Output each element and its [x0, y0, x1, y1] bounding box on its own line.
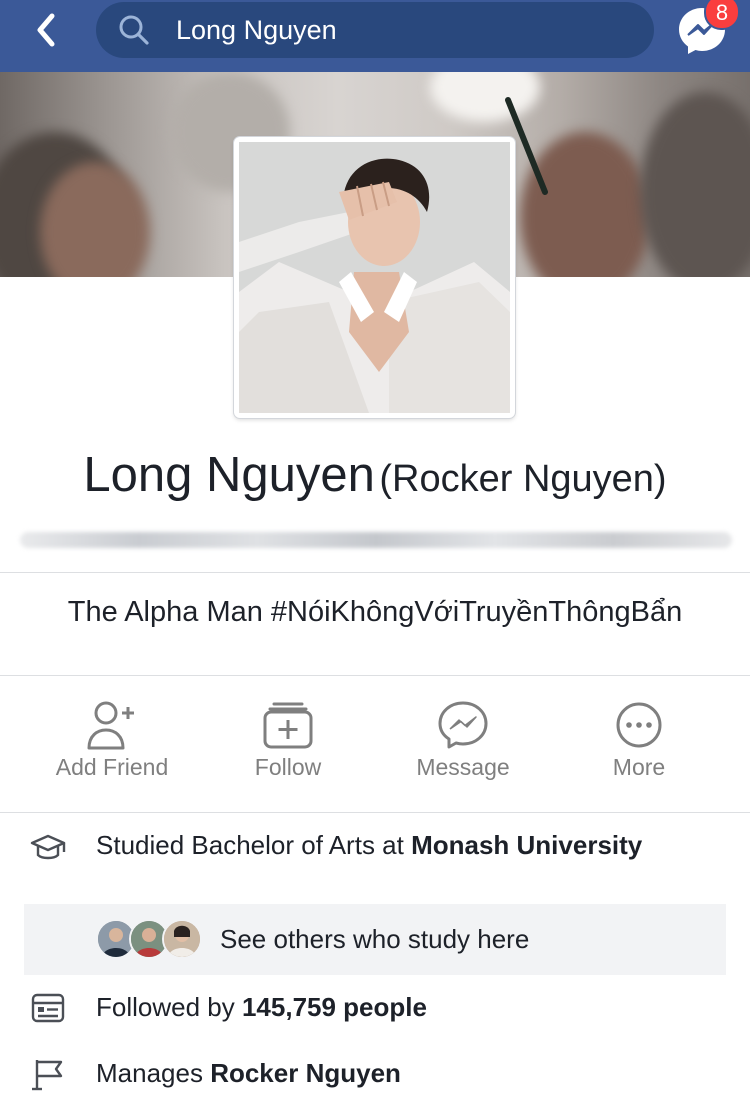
add-friend-icon	[87, 701, 134, 750]
person-portrait-graphic	[239, 142, 510, 413]
divider	[0, 572, 750, 573]
profile-alternate-name: (Rocker Nguyen)	[379, 458, 667, 500]
see-others-link: See others who study here	[220, 924, 530, 954]
divider	[0, 675, 750, 676]
followers-prefix: Followed by	[96, 992, 242, 1022]
divider	[0, 812, 750, 813]
profile-picture[interactable]	[234, 137, 515, 418]
search-icon	[119, 15, 149, 45]
messenger-icon	[438, 701, 488, 749]
follow-button[interactable]: Follow	[203, 700, 373, 796]
managed-page-link[interactable]: Rocker Nguyen	[210, 1058, 401, 1088]
manages-text: Manages Rocker Nguyen	[96, 1057, 401, 1089]
profile-name: Long Nguyen	[83, 448, 375, 502]
search-query-text: Long Nguyen	[176, 15, 337, 45]
followers-text: Followed by 145,759 people	[96, 991, 427, 1023]
more-label: More	[612, 754, 666, 780]
see-others-row[interactable]: See others who study here	[24, 904, 726, 975]
add-friend-label: Add Friend	[55, 754, 169, 780]
more-button[interactable]: More	[554, 700, 724, 796]
back-button[interactable]	[28, 10, 68, 50]
flag-icon	[32, 1060, 63, 1091]
profile-photo-image	[239, 142, 510, 413]
message-button[interactable]: Message	[378, 700, 548, 796]
graduation-cap-icon	[30, 834, 66, 860]
notification-badge: 8	[704, 0, 740, 30]
redacted-text-line	[20, 532, 732, 548]
followers-count: 145,759 people	[241, 992, 427, 1022]
follow-label: Follow	[254, 754, 322, 780]
followers-icon	[31, 993, 65, 1023]
education-school-link[interactable]: Monash University	[411, 830, 642, 860]
manages-prefix: Manages	[96, 1058, 211, 1088]
add-friend-button[interactable]: Add Friend	[27, 700, 197, 796]
avatar	[162, 919, 202, 959]
more-icon	[616, 702, 662, 748]
education-prefix: Studied Bachelor of Arts at	[96, 830, 412, 860]
chevron-left-icon	[37, 13, 55, 47]
top-navigation-bar: Long Nguyen 8	[0, 0, 750, 72]
profile-bio: The Alpha Man #NóiKhôngVớiTruyềnThôngBẩn	[67, 596, 683, 628]
message-label: Message	[416, 754, 510, 780]
profile-name-heading: Long Nguyen (Rocker Nguyen)	[0, 447, 750, 503]
search-input[interactable]: Long Nguyen	[96, 2, 654, 58]
follow-icon	[263, 702, 313, 749]
education-text: Studied Bachelor of Arts at Monash Unive…	[96, 829, 656, 861]
